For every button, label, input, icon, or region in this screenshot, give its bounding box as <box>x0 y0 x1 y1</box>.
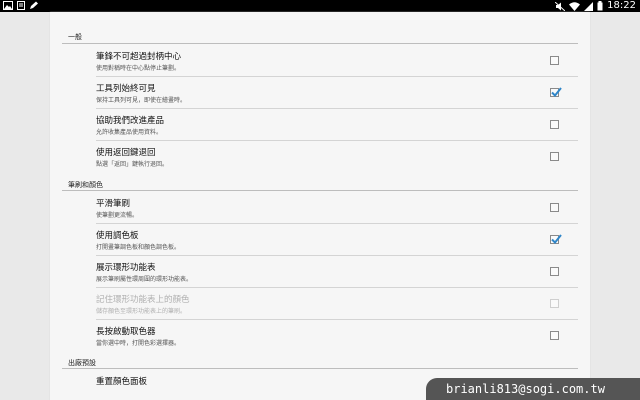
pref-summary: 允許收集產品使用資料。 <box>96 129 163 136</box>
section-divider <box>62 368 578 369</box>
pref-title: 工具列始終可見 <box>96 84 156 94</box>
pref-summary: 打開畫筆調色板和顏色調色板。 <box>96 244 181 251</box>
pref-row-use-palette[interactable]: 使用調色板 打開畫筆調色板和顏色調色板。 <box>62 224 578 256</box>
status-bar: 18:22 <box>0 0 640 12</box>
pref-row-back-key-undo[interactable]: 使用返回鍵退回 點選「返回」鍵執行退回。 <box>62 141 578 173</box>
settings-panel[interactable]: 一般 筆鋒不可超過封柄中心 使用對稱時在中心點停止筆劃。 工具列始終可見 保持工… <box>50 12 590 400</box>
section-header-general: 一般 <box>68 33 82 41</box>
section-divider <box>62 43 578 44</box>
pref-checkbox[interactable] <box>550 56 559 65</box>
pref-summary: 當你選中時，打開色彩選擇器。 <box>96 340 181 347</box>
mute-icon <box>555 1 566 11</box>
pref-title: 長按啟動取色器 <box>96 327 156 337</box>
checkmark-icon <box>551 234 562 244</box>
section-divider <box>62 190 578 191</box>
pref-summary: 儲存顏色至環形功能表上的筆刷。 <box>96 308 187 315</box>
pen-icon <box>30 1 38 9</box>
pref-row-ring-menu[interactable]: 展示環形功能表 展示筆刷屬性環周圍的環形功能表。 <box>62 256 578 288</box>
pref-checkbox[interactable] <box>550 87 562 97</box>
pref-summary: 點選「返回」鍵執行退回。 <box>96 161 169 168</box>
section-header-factory-defaults: 出廠預設 <box>68 359 96 367</box>
pref-title: 使用返回鍵退回 <box>96 148 156 158</box>
pref-summary: 展示筆刷屬性環周圍的環形功能表。 <box>96 276 193 283</box>
pref-title: 平滑筆刷 <box>96 199 131 209</box>
image-icon <box>3 1 13 10</box>
pref-row-long-press-picker[interactable]: 長按啟動取色器 當你選中時，打開色彩選擇器。 <box>62 320 578 352</box>
wifi-icon <box>569 1 581 11</box>
pref-checkbox[interactable] <box>550 234 562 244</box>
battery-icon <box>597 1 603 11</box>
pref-row-smooth-brush[interactable]: 平滑筆刷 使筆劃更流暢。 <box>62 192 578 224</box>
pref-checkbox[interactable] <box>550 152 559 161</box>
pref-title: 協助我們改進產品 <box>96 116 165 126</box>
watermark: brianli813@sogi.com.tw <box>426 378 640 400</box>
pref-checkbox[interactable] <box>550 267 559 276</box>
pref-checkbox[interactable] <box>550 331 559 340</box>
pref-checkbox[interactable] <box>550 120 559 129</box>
pref-checkbox <box>550 299 559 308</box>
pref-row-improve-product[interactable]: 協助我們改進產品 允許收集產品使用資料。 <box>62 109 578 141</box>
pref-summary: 使筆劃更流暢。 <box>96 212 139 219</box>
pref-row-remember-ring-colors: 記住環形功能表上的顏色 儲存顏色至環形功能表上的筆刷。 <box>62 288 578 320</box>
pref-title: 展示環形功能表 <box>96 263 156 273</box>
pref-title: 記住環形功能表上的顏色 <box>96 295 190 305</box>
pref-title: 重置顏色面板 <box>96 377 148 387</box>
pref-row-stroke-center[interactable]: 筆鋒不可超過封柄中心 使用對稱時在中心點停止筆劃。 <box>62 45 578 77</box>
section-header-brush-color: 筆刷和顏色 <box>68 181 103 189</box>
document-icon <box>17 1 25 10</box>
clock: 18:22 <box>607 0 636 11</box>
pref-summary: 使用對稱時在中心點停止筆劃。 <box>96 65 181 72</box>
pref-title: 筆鋒不可超過封柄中心 <box>96 52 182 62</box>
pref-title: 使用調色板 <box>96 231 139 241</box>
pref-summary: 保持工具列可見，即使在繪畫時。 <box>96 97 187 104</box>
pref-checkbox[interactable] <box>550 203 559 212</box>
signal-icon <box>584 1 594 11</box>
pref-row-toolbar-visible[interactable]: 工具列始終可見 保持工具列可見，即使在繪畫時。 <box>62 77 578 109</box>
checkmark-icon <box>551 87 562 97</box>
